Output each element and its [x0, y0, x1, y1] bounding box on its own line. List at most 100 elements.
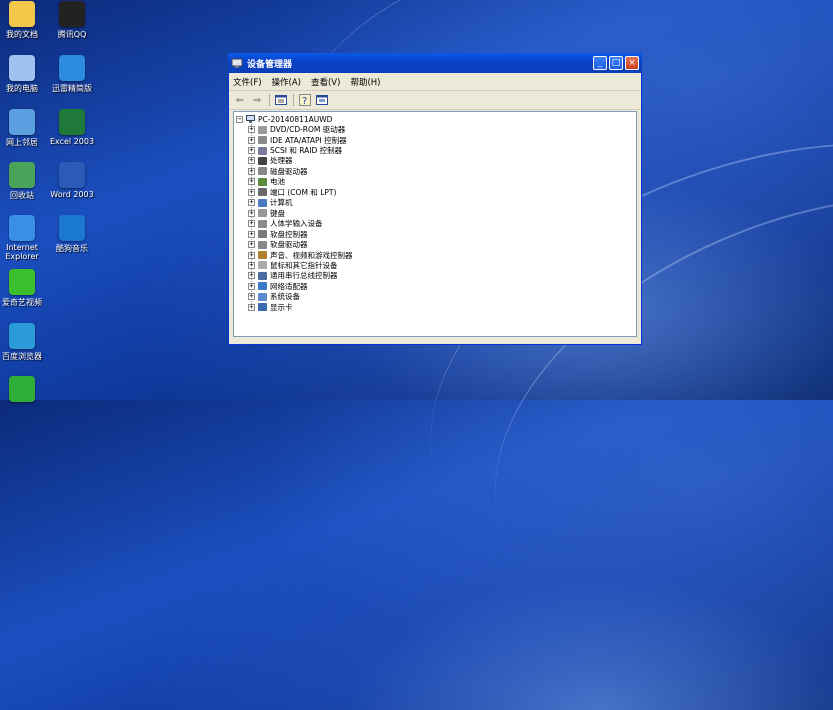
tree-item[interactable]: + SCSI 和 RAID 控制器	[248, 146, 342, 156]
tree-item-label: SCSI 和 RAID 控制器	[270, 146, 343, 155]
help-icon[interactable]: ?	[298, 93, 312, 107]
desktop-icon[interactable]: Word 2003	[44, 162, 100, 199]
tree-item[interactable]: + 端口 (COM 和 LPT)	[248, 187, 336, 197]
properties-icon[interactable]	[274, 93, 288, 107]
iqiyi-icon	[9, 269, 35, 295]
expand-toggle[interactable]: +	[248, 220, 255, 228]
desktop-icon[interactable]: 网上邻居	[0, 109, 50, 148]
expand-toggle[interactable]: +	[248, 209, 255, 217]
expand-toggle[interactable]: +	[248, 303, 255, 311]
tree-item-label: 显示卡	[270, 302, 293, 312]
tree-item[interactable]: + 系统设备	[248, 292, 300, 302]
floppy-controller-icon	[258, 230, 267, 239]
desktop-icon[interactable]: 腾讯QQ	[44, 1, 100, 40]
tree-item[interactable]: + 网络适配器	[248, 281, 308, 291]
menu-help[interactable]: 帮助(H)	[350, 76, 380, 88]
expand-toggle[interactable]: +	[248, 147, 255, 154]
expand-toggle[interactable]: +	[248, 293, 255, 301]
computer-name: PC-20140811AUWD	[258, 114, 333, 124]
expand-toggle[interactable]: +	[248, 251, 255, 259]
port-icon	[258, 188, 267, 197]
maximize-button[interactable]: □	[609, 56, 623, 70]
tree-item-label: 软盘驱动器	[270, 240, 308, 250]
desktop-icon[interactable]: Excel 2003	[44, 109, 100, 146]
tree-item[interactable]: + 显示卡	[248, 302, 293, 312]
tree-item[interactable]: + 声音、视频和游戏控制器	[248, 250, 353, 260]
tree-item[interactable]: + 电池	[248, 177, 285, 187]
menu-action[interactable]: 操作(A)	[272, 76, 301, 88]
tree-item[interactable]: + 磁盘驱动器	[248, 166, 308, 176]
network-places-icon	[9, 109, 35, 135]
toolbar-separator	[293, 94, 294, 106]
tree-item[interactable]: + 计算机	[248, 198, 293, 208]
expand-toggle[interactable]: +	[248, 261, 255, 269]
tree-item[interactable]: + 键盘	[248, 208, 285, 218]
ie-icon	[9, 215, 35, 241]
tree-item-label: 系统设备	[270, 292, 300, 302]
xunlei-icon	[59, 55, 85, 81]
tree-item[interactable]: + 通用串行总线控制器	[248, 271, 338, 281]
desktop-icon-label: 腾讯QQ	[57, 30, 87, 39]
tree-item[interactable]: + 处理器	[248, 156, 293, 166]
baidu-browser-icon	[9, 323, 35, 349]
tree-item[interactable]: + 软盘控制器	[248, 229, 308, 239]
desktop-icon[interactable]: Internet Explorer	[0, 215, 50, 261]
tree-item-label: 通用串行总线控制器	[270, 271, 338, 281]
desktop-icon-label: 我的电脑	[6, 84, 38, 93]
tree-item[interactable]: + 鼠标和其它指针设备	[248, 260, 338, 270]
word-icon	[59, 162, 85, 188]
expand-toggle[interactable]: +	[248, 230, 255, 238]
collapse-toggle[interactable]: −	[236, 115, 243, 123]
tree-item[interactable]: + 软盘驱动器	[248, 240, 308, 250]
menu-view[interactable]: 查看(V)	[311, 76, 340, 88]
desktop-icon-label: 迅雷精简版	[52, 84, 92, 93]
desktop-icon[interactable]: 酷狗音乐	[44, 215, 100, 254]
desktop-icon[interactable]: 百度浏览器	[0, 323, 50, 362]
title-bar[interactable]: 设备管理器 _ □ ×	[228, 53, 642, 73]
ide-controller-icon	[258, 136, 267, 145]
desktop-icon[interactable]: 迅雷精简版	[44, 55, 100, 94]
expand-toggle[interactable]: +	[248, 167, 255, 175]
forward-icon[interactable]: ⇒	[250, 93, 264, 107]
expand-toggle[interactable]: +	[248, 272, 255, 280]
tree-root[interactable]: − PC-20140811AUWD	[236, 114, 332, 124]
expand-toggle[interactable]: +	[248, 282, 255, 290]
menu-file[interactable]: 文件(F)	[233, 76, 262, 88]
desktop-icon-label: 酷狗音乐	[56, 244, 88, 253]
desktop-icon[interactable]: 爱奇艺视频	[0, 269, 50, 308]
expand-toggle[interactable]: +	[248, 188, 255, 196]
expand-toggle[interactable]: +	[248, 199, 255, 207]
desktop-icon[interactable]: 我的电脑	[0, 55, 50, 94]
expand-toggle[interactable]: +	[248, 157, 255, 165]
tree-item[interactable]: + DVD/CD-ROM 驱动器	[248, 125, 345, 135]
device-manager-window[interactable]: 设备管理器 _ □ × 文件(F) 操作(A) 查看(V) 帮助(H) ⇐ ⇒ …	[228, 53, 642, 345]
excel-icon	[59, 109, 85, 135]
expand-toggle[interactable]: +	[248, 126, 255, 134]
desktop-icon-label: Word 2003	[50, 190, 94, 199]
computer-icon	[246, 115, 255, 123]
desktop-icon-label: 我的文档	[6, 30, 38, 39]
expand-toggle[interactable]: +	[248, 241, 255, 249]
tree-item[interactable]: + 人体学输入设备	[248, 219, 323, 229]
desktop-icon-label: Excel 2003	[49, 137, 95, 146]
tree-item-label: 鼠标和其它指针设备	[270, 260, 338, 270]
tree-item-label: 软盘控制器	[270, 229, 308, 239]
sound-icon	[258, 251, 267, 259]
disk-drive-icon	[258, 167, 267, 176]
close-button[interactable]: ×	[625, 56, 639, 70]
system-device-icon	[258, 292, 267, 301]
expand-toggle[interactable]: +	[248, 136, 255, 144]
tree-item[interactable]: + IDE ATA/ATAPI 控制器	[248, 135, 347, 145]
keyboard-icon	[258, 209, 267, 218]
device-tree[interactable]: − PC-20140811AUWD + DVD/CD-ROM 驱动器 + IDE AT…	[233, 111, 637, 337]
desktop-icon-label: 百度浏览器	[2, 352, 42, 361]
expand-toggle[interactable]: +	[248, 178, 255, 186]
my-computer-icon	[9, 55, 35, 81]
minimize-button[interactable]: _	[593, 56, 607, 70]
desktop-icon[interactable]: 回收站	[0, 162, 50, 201]
tree-item-label: 声音、视频和游戏控制器	[270, 250, 353, 260]
back-icon[interactable]: ⇐	[233, 93, 247, 107]
desktop-icon[interactable]: 我的文档	[0, 1, 50, 40]
refresh-icon[interactable]	[315, 93, 329, 107]
tree-item-label: 网络适配器	[270, 281, 308, 291]
